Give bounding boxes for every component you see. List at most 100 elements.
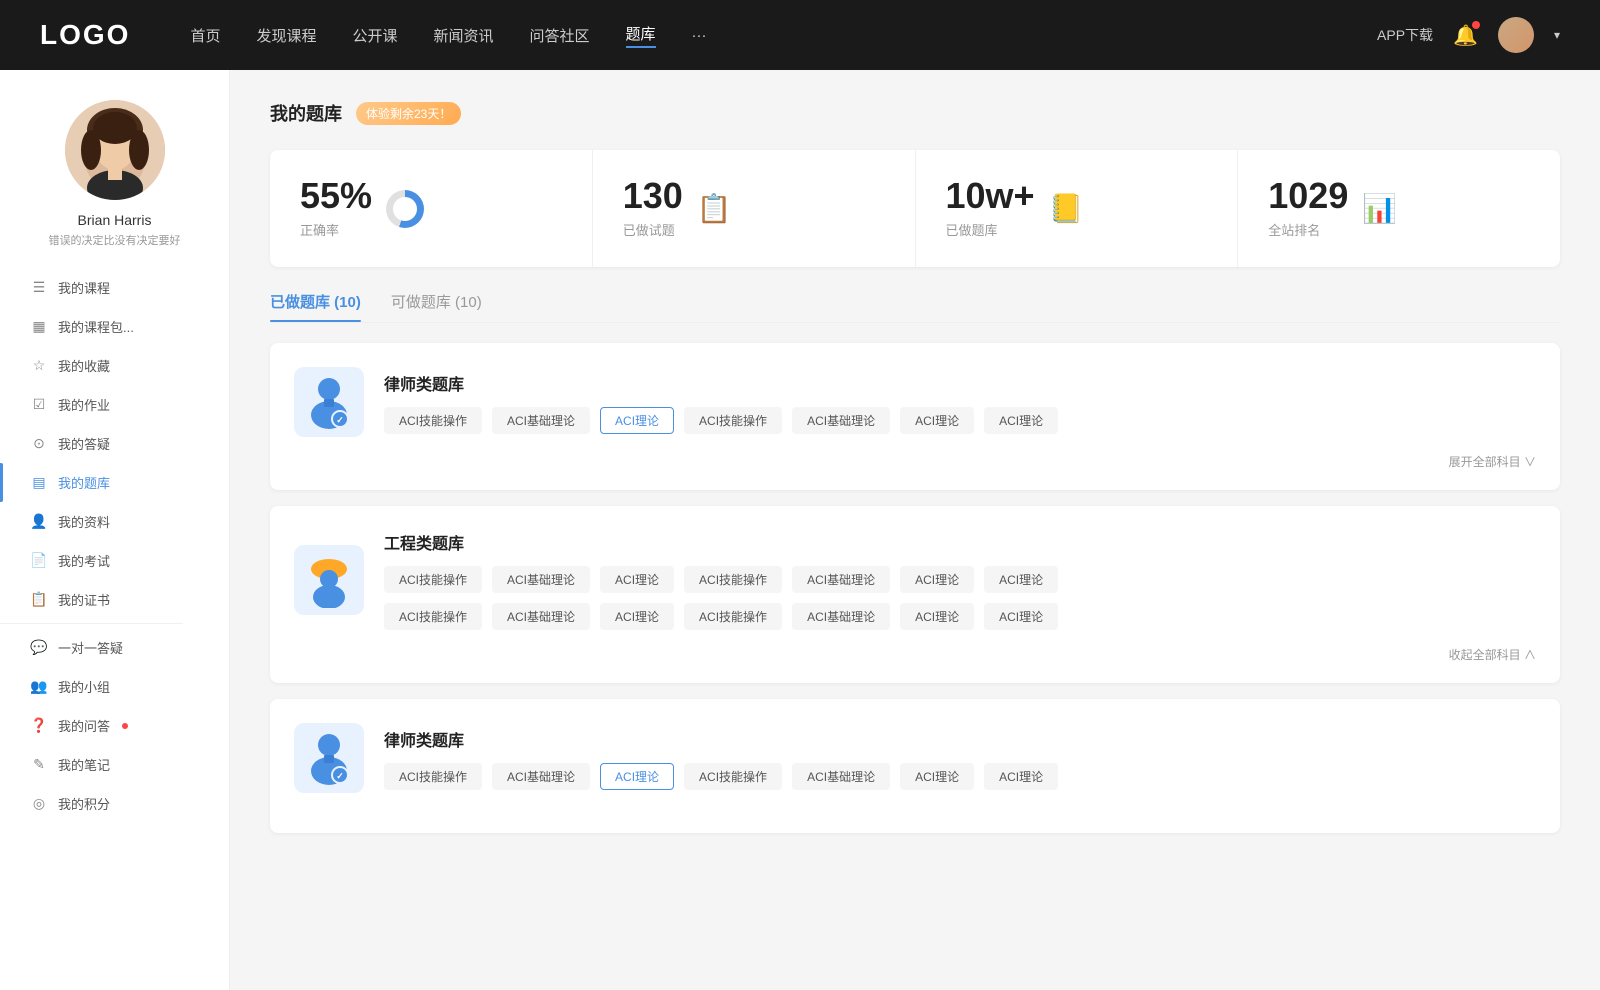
tag-item[interactable]: ACI理论 [984, 566, 1058, 593]
tag-item[interactable]: ACI基础理论 [492, 407, 590, 434]
main-content: 我的题库 体验剩余23天！ 55% 正确率 130 已做试题 📋 [230, 70, 1600, 990]
sidebar-item-notes[interactable]: ✎ 我的笔记 [0, 745, 229, 784]
question-circle-icon: ⊙ [30, 435, 48, 452]
stat-rank: 1029 全站排名 📊 [1238, 150, 1560, 267]
tag-item[interactable]: ACI基础理论 [492, 603, 590, 630]
notification-dot [1472, 21, 1480, 29]
avatar-svg [65, 100, 165, 200]
sidebar-item-one-on-one[interactable]: 💬 一对一答疑 [0, 628, 229, 667]
grid-icon: ▦ [30, 318, 48, 335]
group-icon: 👥 [30, 678, 48, 695]
sidebar-item-questions[interactable]: ⊙ 我的答疑 [0, 424, 229, 463]
avatar-image [1498, 17, 1534, 53]
sidebar: Brian Harris 错误的决定比没有决定要好 ☰ 我的课程 ▦ 我的课程包… [0, 70, 230, 990]
logo: LOGO [40, 19, 130, 51]
tag-item[interactable]: ACI理论 [600, 566, 674, 593]
user-name: Brian Harris [78, 212, 152, 228]
stat-done-banks: 10w+ 已做题库 📒 [916, 150, 1239, 267]
stat-done-banks-value: 10w+ [946, 178, 1035, 214]
nav-item-news[interactable]: 新闻资讯 [434, 25, 494, 46]
stats-row: 55% 正确率 130 已做试题 📋 10w+ 已做题库 📒 [270, 150, 1560, 267]
tag-item[interactable]: ACI理论 [600, 603, 674, 630]
sidebar-item-my-qa[interactable]: ❓ 我的问答 [0, 706, 229, 745]
tag-item[interactable]: ACI技能操作 [384, 763, 482, 790]
sidebar-label-one-on-one: 一对一答疑 [58, 638, 123, 657]
nav-item-qa[interactable]: 问答社区 [530, 25, 590, 46]
sidebar-item-points[interactable]: ◎ 我的积分 [0, 784, 229, 823]
nav-item-discover[interactable]: 发现课程 [256, 25, 316, 46]
tag-item[interactable]: ACI技能操作 [684, 407, 782, 434]
tag-item[interactable]: ACI技能操作 [384, 566, 482, 593]
bank-header-lawyer2: ✓ 律师类题库 ACI技能操作 ACI基础理论 ACI理论 ACI技能操作 AC… [294, 723, 1536, 793]
notes-icon: ✎ [30, 756, 48, 773]
cert-icon: 📋 [30, 591, 48, 608]
notification-bell[interactable]: 🔔 [1453, 23, 1478, 48]
tag-item[interactable]: ACI理论 [984, 603, 1058, 630]
chevron-down-icon[interactable]: ▾ [1554, 28, 1560, 42]
sidebar-label-exam: 我的考试 [58, 551, 110, 570]
nav-item-bank[interactable]: 题库 [626, 23, 656, 48]
app-download-link[interactable]: APP下载 [1377, 25, 1433, 45]
stat-accuracy-label: 正确率 [300, 220, 372, 239]
tag-item[interactable]: ACI技能操作 [684, 566, 782, 593]
tag-item[interactable]: ACI理论 [984, 407, 1058, 434]
tag-item[interactable]: ACI基础理论 [792, 603, 890, 630]
tag-item[interactable]: ACI理论 [900, 603, 974, 630]
tag-item[interactable]: ACI基础理论 [792, 407, 890, 434]
expand-link-lawyer1[interactable]: 展开全部科目 ∨ [294, 453, 1536, 470]
tag-item[interactable]: ACI技能操作 [384, 407, 482, 434]
sidebar-item-course-packs[interactable]: ▦ 我的课程包... [0, 307, 229, 346]
sidebar-item-profile[interactable]: 👤 我的资料 [0, 502, 229, 541]
qa-icon: ❓ [30, 717, 48, 734]
sidebar-label-certificate: 我的证书 [58, 590, 110, 609]
sidebar-label-course-packs: 我的课程包... [58, 317, 134, 336]
tag-item[interactable]: ACI基础理论 [792, 566, 890, 593]
lawyer2-icon-wrap: ✓ [294, 723, 364, 793]
bank-header-engineer: 工程类题库 ACI技能操作 ACI基础理论 ACI理论 ACI技能操作 ACI基… [294, 530, 1536, 630]
tab-available-banks[interactable]: 可做题库 (10) [391, 291, 482, 322]
navbar-right: APP下载 🔔 ▾ [1377, 17, 1560, 53]
tab-done-banks[interactable]: 已做题库 (10) [270, 291, 361, 322]
tag-item-active[interactable]: ACI理论 [600, 407, 674, 434]
tag-item[interactable]: ACI技能操作 [384, 603, 482, 630]
tag-item[interactable]: ACI理论 [900, 566, 974, 593]
bank-tags-lawyer2: ACI技能操作 ACI基础理论 ACI理论 ACI技能操作 ACI基础理论 AC… [384, 763, 1536, 790]
collapse-link-engineer[interactable]: 收起全部科目 ∧ [294, 646, 1536, 663]
page-header: 我的题库 体验剩余23天！ [270, 100, 1560, 126]
nav-item-home[interactable]: 首页 [190, 25, 220, 46]
tag-item[interactable]: ACI基础理论 [492, 566, 590, 593]
sidebar-item-favorites[interactable]: ☆ 我的收藏 [0, 346, 229, 385]
sidebar-label-notes: 我的笔记 [58, 755, 110, 774]
tag-item[interactable]: ACI技能操作 [684, 603, 782, 630]
sidebar-item-homework[interactable]: ☑ 我的作业 [0, 385, 229, 424]
sidebar-item-courses[interactable]: ☰ 我的课程 [0, 268, 229, 307]
clipboard-icon: ☑ [30, 396, 48, 413]
tag-item[interactable]: ACI理论 [900, 407, 974, 434]
tag-item[interactable]: ACI理论 [900, 763, 974, 790]
stat-done-questions: 130 已做试题 📋 [593, 150, 916, 267]
navbar: LOGO 首页 发现课程 公开课 新闻资讯 问答社区 题库 ··· APP下载 … [0, 0, 1600, 70]
stat-rank-label: 全站排名 [1268, 220, 1348, 239]
avatar[interactable] [1498, 17, 1534, 53]
main-wrapper: Brian Harris 错误的决定比没有决定要好 ☰ 我的课程 ▦ 我的课程包… [0, 0, 1600, 990]
qa-badge [122, 723, 128, 729]
sidebar-item-bank[interactable]: ▤ 我的题库 [0, 463, 229, 502]
user-avatar[interactable] [65, 100, 165, 200]
bank-icon: ▤ [30, 474, 48, 491]
document-icon: ☰ [30, 279, 48, 296]
bank-title-engineer: 工程类题库 [384, 530, 1536, 554]
tag-item[interactable]: ACI技能操作 [684, 763, 782, 790]
tag-item-active[interactable]: ACI理论 [600, 763, 674, 790]
nav-item-more[interactable]: ··· [692, 27, 707, 44]
tag-item[interactable]: ACI基础理论 [792, 763, 890, 790]
sidebar-item-exam[interactable]: 📄 我的考试 [0, 541, 229, 580]
nav-item-open-course[interactable]: 公开课 [352, 25, 397, 46]
svg-text:✓: ✓ [336, 771, 344, 781]
lawyer-icon-wrap: ✓ [294, 367, 364, 437]
sidebar-item-certificate[interactable]: 📋 我的证书 [0, 580, 229, 619]
bank-section-lawyer1: ✓ 律师类题库 ACI技能操作 ACI基础理论 ACI理论 ACI技能操作 AC… [270, 343, 1560, 490]
tag-item[interactable]: ACI理论 [984, 763, 1058, 790]
sidebar-label-group: 我的小组 [58, 677, 110, 696]
tag-item[interactable]: ACI基础理论 [492, 763, 590, 790]
sidebar-item-group[interactable]: 👥 我的小组 [0, 667, 229, 706]
